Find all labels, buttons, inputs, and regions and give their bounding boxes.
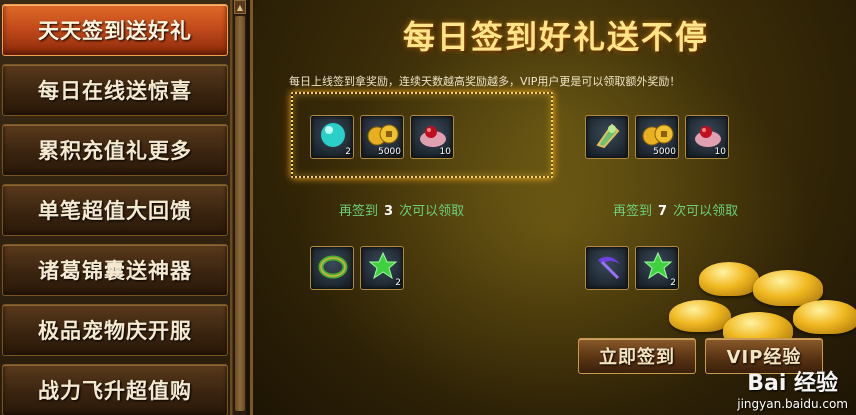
item-count: 5000 bbox=[378, 147, 401, 157]
item-count: 2 bbox=[670, 278, 676, 288]
sidebar: 天天签到送好礼 每日在线送惊喜 累积充值礼更多 单笔超值大回馈 诸葛锦囊送神器 … bbox=[0, 0, 232, 415]
reward-item-ring[interactable] bbox=[310, 246, 354, 290]
sign-in-button[interactable]: 立即签到 bbox=[578, 338, 696, 374]
sidebar-item-single-recharge[interactable]: 单笔超值大回馈 bbox=[2, 184, 228, 236]
scroll-up-arrow-icon[interactable]: ▲ bbox=[234, 0, 246, 14]
reward-item-gold[interactable]: 5000 bbox=[635, 115, 679, 159]
item-count: 10 bbox=[439, 147, 451, 157]
watermark-logo: Bai 经验 bbox=[747, 371, 839, 396]
item-count: 10 bbox=[714, 147, 726, 157]
scroll-thumb[interactable] bbox=[235, 16, 245, 411]
claim-hint-left: 再签到 3 次可以领取 bbox=[339, 204, 465, 219]
page-title: 每日签到好礼送不停 bbox=[402, 18, 709, 56]
item-count: 5000 bbox=[653, 147, 676, 157]
sidebar-scrollbar[interactable]: ▲ bbox=[232, 0, 246, 415]
reward-item-jade[interactable] bbox=[585, 115, 629, 159]
reward-item-star[interactable]: 2 bbox=[635, 246, 679, 290]
gold-ingot-icon bbox=[699, 262, 759, 296]
jade-pendant-icon bbox=[586, 118, 630, 152]
scythe-icon bbox=[586, 249, 630, 283]
baidu-watermark: Bai 经验 jingyan.baidu.com bbox=[737, 365, 848, 411]
item-count: 2 bbox=[395, 278, 401, 288]
signin-panel: 每日签到好礼送不停 每日上线签到拿奖励，连续天数越高奖励越多，VIP用户更是可以… bbox=[250, 0, 856, 415]
reward-item-orb[interactable]: 2 bbox=[310, 115, 354, 159]
sidebar-item-online-surprise[interactable]: 每日在线送惊喜 bbox=[2, 64, 228, 116]
sidebar-item-zhuge-pouch[interactable]: 诸葛锦囊送神器 bbox=[2, 244, 228, 296]
reward-item-bag[interactable]: 10 bbox=[410, 115, 454, 159]
reward-item-scythe[interactable] bbox=[585, 246, 629, 290]
reward-item-star[interactable]: 2 bbox=[360, 246, 404, 290]
gold-ingot-icon bbox=[793, 300, 856, 334]
watermark-url: jingyan.baidu.com bbox=[737, 397, 848, 411]
reward-item-bag[interactable]: 10 bbox=[685, 115, 729, 159]
ring-icon bbox=[311, 249, 355, 283]
reward-item-gold[interactable]: 5000 bbox=[360, 115, 404, 159]
sidebar-item-cumulative-recharge[interactable]: 累积充值礼更多 bbox=[2, 124, 228, 176]
intro-text: 每日上线签到拿奖励，连续天数越高奖励越多，VIP用户更是可以领取额外奖励！ bbox=[289, 75, 681, 88]
item-count: 2 bbox=[345, 147, 351, 157]
gold-ingot-icon bbox=[669, 300, 731, 332]
sidebar-item-power-boost[interactable]: 战力飞升超值购 bbox=[2, 364, 228, 415]
claim-hint-right: 再签到 7 次可以领取 bbox=[613, 204, 739, 219]
sidebar-item-pet[interactable]: 极品宠物庆开服 bbox=[2, 304, 228, 356]
sidebar-item-daily-signin[interactable]: 天天签到送好礼 bbox=[2, 4, 228, 56]
